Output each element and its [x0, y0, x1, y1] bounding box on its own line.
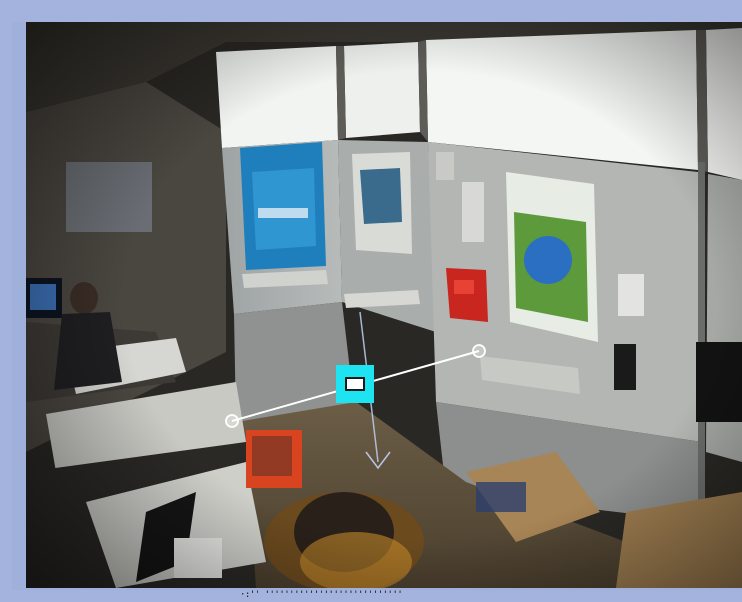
circle-handle-icon[interactable]	[472, 344, 486, 358]
circle-handle-icon[interactable]	[225, 414, 239, 428]
camera-feed[interactable]	[26, 22, 742, 588]
line-crossing-overlay[interactable]	[26, 22, 742, 588]
camera-caption: ·:'' ''''''''''''''''''''''''''''	[240, 590, 458, 600]
square-handle-icon[interactable]	[336, 365, 374, 403]
